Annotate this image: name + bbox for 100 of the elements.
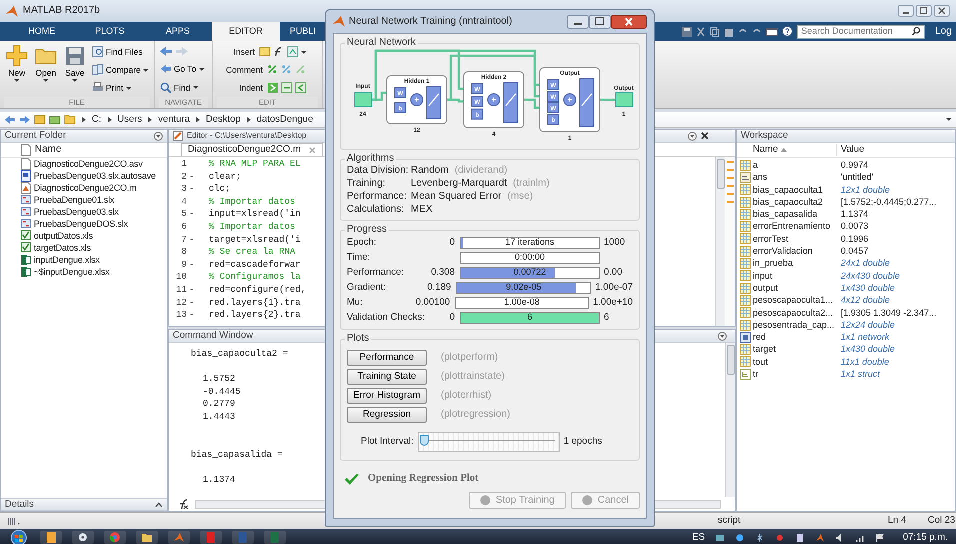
variable-name[interactable]: pesoscapaoculta2... (753, 306, 834, 319)
variable-name[interactable]: tr (753, 368, 758, 380)
file-name[interactable]: DiagnosticoDengue2CO.m (34, 182, 137, 194)
column-header[interactable]: Value (841, 144, 865, 156)
file-name[interactable]: ~$inputDengue.xlsx (34, 266, 110, 278)
browser-icon[interactable] (108, 531, 122, 544)
field-value: MEX (411, 203, 433, 216)
file-name[interactable]: inputDengue.xlsx (34, 254, 100, 266)
variable-name[interactable]: bias_capaoculta1 (753, 184, 824, 196)
breadcrumb-item[interactable]: Users (118, 114, 142, 126)
file-name[interactable]: targetDatos.xls (34, 242, 92, 254)
plot-button[interactable]: Training State (347, 368, 427, 384)
file-tab[interactable]: DiagnosticoDengue2CO.m (181, 143, 324, 156)
toolbar-grip-icon[interactable] (8, 516, 22, 526)
close-icon[interactable] (934, 5, 950, 17)
scrollbar[interactable] (725, 343, 735, 497)
language-indicator[interactable]: ES (692, 532, 706, 544)
column-header[interactable]: Name (753, 144, 778, 156)
close-icon[interactable] (701, 132, 709, 140)
plot-button[interactable]: Performance (347, 350, 427, 366)
line-number: 8 (180, 246, 187, 259)
ribbon-tab[interactable]: PUBLI (280, 22, 316, 41)
maximize-icon[interactable] (916, 5, 932, 17)
ribbon-tab[interactable]: PLOTS (76, 22, 144, 41)
back-arrow-icon[interactable] (159, 46, 173, 58)
variable-name[interactable]: input (753, 270, 773, 282)
variable-name[interactable]: errorTest (753, 232, 789, 246)
variable-name[interactable]: pesosentrada_cap... (753, 318, 835, 332)
variable-name[interactable]: bias_capasalida (753, 208, 818, 220)
outdent-icon[interactable] (295, 82, 307, 94)
variable-name[interactable]: output (753, 282, 778, 294)
caret-icon[interactable] (946, 118, 952, 121)
ribbon-button[interactable]: Find (159, 82, 206, 94)
flag-icon[interactable] (875, 532, 886, 542)
forward-arrow-icon[interactable] (19, 114, 31, 124)
login-link[interactable]: Log (931, 26, 956, 38)
variable-name[interactable]: pesoscapaoculta1... (753, 294, 834, 307)
file-name[interactable]: PruebasDengue03.slx.autosave (34, 170, 156, 182)
minimize-icon[interactable] (567, 14, 589, 28)
close-icon[interactable] (611, 14, 647, 28)
clock[interactable]: 07:15 p.m. (903, 532, 948, 544)
up-folder-icon[interactable] (34, 114, 46, 124)
ribbon-button[interactable]: Save (62, 43, 88, 97)
file-name[interactable]: DiagnosticoDengue2CO.asv (34, 158, 143, 170)
ribbon-button[interactable]: Print (91, 82, 150, 94)
ribbon-tab[interactable]: APPS (144, 22, 212, 41)
help-icon[interactable] (782, 26, 794, 37)
panel-menu-icon[interactable] (688, 132, 697, 140)
variable-name[interactable]: bias_capaoculta2 (753, 196, 824, 208)
variable-name[interactable]: errorEntrenamiento (753, 220, 831, 233)
triangle-logo-icon[interactable] (172, 531, 186, 544)
variable-name[interactable]: red (753, 331, 766, 344)
ribbon-button[interactable]: Open (33, 43, 60, 97)
panel-menu-icon[interactable] (154, 132, 163, 140)
panel-menu-icon[interactable] (718, 332, 727, 340)
back-arrow-icon[interactable] (4, 114, 16, 124)
breadcrumb-item[interactable]: ventura (158, 114, 190, 126)
variable-name[interactable]: errorValidacion (753, 245, 813, 258)
file-name[interactable]: PruebaDengue01.slx (34, 194, 114, 206)
triangle-logo-icon[interactable] (815, 532, 826, 542)
ribbon-button[interactable]: Compare (91, 64, 150, 76)
breadcrumb-item[interactable]: C: (92, 114, 102, 126)
collapse-icon[interactable] (155, 502, 163, 508)
ribbon-label[interactable]: Insert (217, 46, 255, 58)
minimize-icon[interactable] (898, 5, 914, 17)
start-button-icon[interactable] (8, 530, 30, 544)
grid-icon (740, 196, 751, 208)
slider-thumb[interactable] (420, 435, 429, 446)
disc-icon[interactable] (76, 531, 90, 544)
ribbon-button[interactable]: Go To (159, 63, 206, 76)
file-name[interactable]: PruebasDengueDOS.slx (34, 218, 128, 230)
variable-name[interactable]: ans (753, 171, 768, 184)
interval-slider[interactable] (418, 432, 560, 452)
ribbon-label[interactable]: Comment (225, 64, 263, 76)
percent-icon[interactable] (267, 64, 279, 76)
variable-name[interactable]: target (753, 343, 776, 356)
variable-name[interactable]: a (753, 159, 758, 172)
ribbon-tab[interactable]: EDITOR (212, 22, 280, 41)
folder-icon[interactable] (140, 531, 154, 544)
breadcrumb-item[interactable]: Desktop (206, 114, 241, 126)
file-name[interactable]: outputDatos.xls (34, 230, 94, 242)
variable-name[interactable]: in_prueba (753, 257, 794, 270)
copy-icon[interactable] (710, 26, 720, 36)
cut-icon[interactable] (696, 26, 706, 36)
file-name[interactable]: PruebasDengue03.slx (34, 206, 119, 218)
window-switch-icon[interactable] (766, 26, 778, 36)
scrollbar[interactable] (715, 157, 725, 326)
search-field[interactable]: Search Documentation (797, 24, 926, 38)
column-header[interactable]: Name (35, 144, 62, 156)
ribbon-button[interactable]: New (4, 43, 30, 97)
plot-button[interactable]: Error Histogram (347, 388, 427, 404)
plot-button[interactable]: Regression (347, 406, 427, 422)
ribbon-tab[interactable]: HOME (8, 22, 76, 41)
ribbon-button[interactable]: Find Files (91, 46, 150, 58)
indent-icon[interactable] (267, 82, 279, 94)
variable-name[interactable]: tout (753, 356, 768, 368)
breadcrumb-item[interactable]: datosDengue (256, 114, 314, 126)
ribbon-label[interactable]: Indent (225, 82, 263, 94)
maximize-icon[interactable] (589, 14, 611, 28)
browse-folder-icon[interactable] (49, 114, 61, 124)
